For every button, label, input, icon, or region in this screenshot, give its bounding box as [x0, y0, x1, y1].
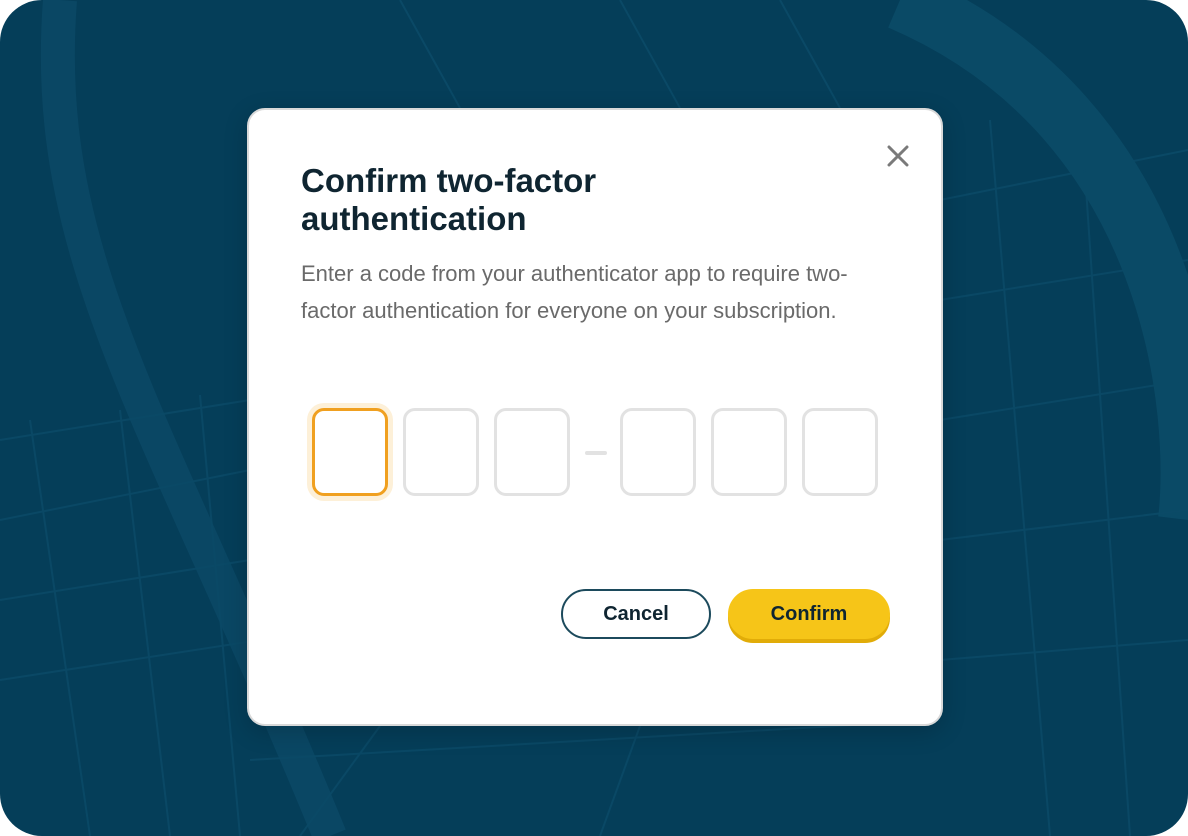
confirm-button[interactable]: Confirm — [728, 589, 890, 639]
code-digit-4[interactable] — [620, 408, 696, 496]
two-factor-dialog: Confirm two-factor authentication Enter … — [247, 108, 943, 726]
dialog-title: Confirm two-factor authentication — [301, 162, 597, 237]
code-digit-1[interactable] — [312, 408, 388, 496]
code-separator — [585, 451, 607, 455]
code-digit-3[interactable] — [494, 408, 570, 496]
close-button[interactable] — [885, 143, 911, 169]
dialog-description: Enter a code from your authenticator app… — [301, 261, 848, 323]
close-icon — [887, 145, 909, 167]
code-digit-6[interactable] — [802, 408, 878, 496]
cancel-button[interactable]: Cancel — [561, 589, 711, 639]
app-backdrop: Confirm two-factor authentication Enter … — [0, 0, 1188, 836]
code-digit-2[interactable] — [403, 408, 479, 496]
code-digit-5[interactable] — [711, 408, 787, 496]
